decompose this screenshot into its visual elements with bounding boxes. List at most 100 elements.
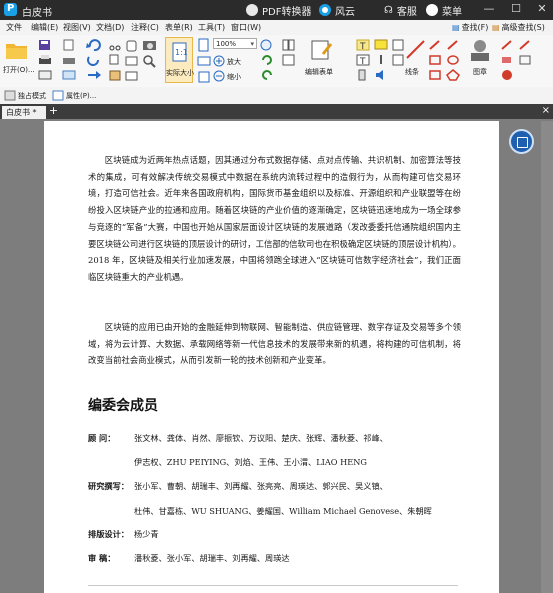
pdf-converter-label: PDF转换器 (262, 6, 312, 18)
open-button-label[interactable]: 打开(O)... (3, 65, 35, 75)
menu-edit[interactable]: 编辑(E) (31, 22, 58, 33)
properties-label[interactable]: 属性(P)... (66, 91, 96, 101)
menu-window[interactable]: 窗口(W) (231, 22, 261, 33)
fengyun-icon (319, 4, 331, 16)
zoom-out-label[interactable]: 缩小 (227, 72, 241, 82)
minimize-button[interactable]: — (482, 2, 496, 16)
maximize-button[interactable]: ☐ (509, 2, 523, 16)
zoom-tool-icon[interactable] (142, 54, 158, 68)
pdf-converter-button[interactable]: PDF转换器 (246, 3, 312, 18)
fit-page-icon[interactable] (197, 38, 211, 52)
camera-icon[interactable] (142, 38, 158, 52)
zoom-in-label[interactable]: 放大 (227, 57, 241, 67)
member-names: 张小军、曹朝、胡瑞丰、刘再耀、张亮亮、周瑛达、郭兴民、吴义镇、 (134, 481, 388, 491)
pencil-icon[interactable] (446, 39, 460, 51)
snapshot-icon[interactable] (124, 70, 140, 82)
close-tab-icon[interactable]: × (542, 105, 550, 116)
search-label: 查找(F) (461, 23, 489, 32)
page-layout-icon[interactable] (282, 39, 296, 51)
search-button[interactable]: ▤ 查找(F) (452, 22, 488, 33)
select-text-icon[interactable] (124, 54, 140, 68)
print-icon[interactable] (38, 54, 52, 66)
edit-form-icon[interactable] (309, 38, 333, 62)
member-row-authors: 研究撰写： 张小军、曹朝、胡瑞丰、刘再耀、张亮亮、周瑛达、郭兴民、吴义镇、 (88, 480, 388, 492)
rotate-icon[interactable] (86, 54, 104, 66)
zoom-value: 100% (216, 40, 237, 48)
arrow-icon[interactable] (428, 39, 442, 51)
title-bar: 白皮书 PDF转换器 风云 ☊ 客服 菜单 — ☐ ✕ (0, 0, 553, 20)
share-icon[interactable] (62, 69, 76, 81)
section-heading: 编委会成员 (88, 398, 158, 414)
attachment-icon[interactable] (374, 54, 388, 66)
fengyun-label: 风云 (335, 6, 355, 18)
grid-view-icon[interactable] (282, 54, 296, 66)
new-tab-plus-icon[interactable]: + (48, 105, 59, 117)
stamp-icon[interactable] (468, 38, 492, 64)
text-tool-icon[interactable]: T (356, 39, 370, 51)
menu-form[interactable]: 表单(R) (165, 22, 193, 33)
menu-bar: 文件 编辑(E) 视图(V) 文档(D) 注释(C) 表单(R) 工具(T) 窗… (0, 20, 553, 36)
rotate-view-icon[interactable] (260, 54, 274, 66)
note-icon[interactable] (374, 39, 388, 51)
reading-mode-float-icon[interactable] (509, 129, 534, 154)
menu-file[interactable]: 文件 (6, 22, 22, 33)
rectangle-icon[interactable] (428, 54, 442, 66)
zoom-plus-icon[interactable] (260, 39, 274, 51)
zoom-select[interactable]: 100% (213, 38, 257, 50)
document-icon[interactable] (62, 39, 76, 51)
member-row-advisors: 顾 问： 张文林、龚体、肖然、廖振钦、万议阳、楚庆、张辉、潘秋菱、祁峰、 (88, 432, 388, 444)
customer-service-label: 客服 (396, 6, 417, 18)
link-icon[interactable] (356, 69, 370, 81)
fit-visible-icon[interactable] (197, 70, 211, 84)
properties-icon[interactable] (52, 90, 64, 101)
document-tab[interactable]: 白皮书 * (2, 106, 46, 119)
highlight-icon[interactable] (392, 39, 404, 51)
paste-icon[interactable] (108, 69, 122, 81)
sound-icon[interactable] (374, 69, 388, 81)
rotate-view-back-icon[interactable] (260, 69, 274, 81)
menu-comment[interactable]: 注释(C) (131, 22, 159, 33)
measure-icon[interactable] (500, 39, 514, 51)
undo-icon[interactable] (86, 39, 104, 51)
menu-document[interactable]: 文档(D) (96, 22, 124, 33)
zoom-out-icon[interactable] (213, 70, 225, 82)
line-tool-icon[interactable] (404, 38, 426, 62)
fit-width-icon[interactable] (197, 54, 211, 68)
hand-tool-icon[interactable] (124, 38, 140, 52)
menu-tools[interactable]: 工具(T) (198, 22, 225, 33)
copy-icon[interactable] (108, 54, 122, 66)
line-tool-label[interactable]: 线条 (405, 67, 419, 77)
typewriter-icon[interactable]: T (356, 54, 370, 66)
solo-mode-icon[interactable] (4, 90, 16, 101)
advanced-search-button[interactable]: ▤ 高级查找(S) (492, 22, 545, 33)
menu-view[interactable]: 视图(V) (63, 22, 91, 33)
eraser-icon[interactable] (500, 54, 514, 66)
actual-size-button[interactable]: 1:1 实际大小 (165, 37, 194, 83)
solo-mode-label[interactable]: 独占模式 (18, 91, 46, 101)
open-folder-icon[interactable] (5, 39, 29, 61)
cut-icon[interactable] (108, 39, 122, 51)
member-names: 杨少青 (134, 529, 159, 539)
zoom-in-icon[interactable] (213, 55, 225, 67)
save-icon[interactable] (38, 39, 52, 51)
customer-service-button[interactable]: ☊ 客服 (384, 3, 417, 18)
email-icon[interactable] (38, 69, 52, 81)
cloud-icon[interactable] (428, 69, 442, 81)
member-label: 研究撰写： (88, 481, 129, 491)
redo-icon[interactable] (86, 69, 104, 81)
member-names: 潘秋菱、张小军、胡瑞丰、刘再耀、周瑛达 (134, 553, 290, 563)
fengyun-button[interactable]: 风云 (319, 3, 355, 18)
area-icon[interactable] (518, 54, 532, 66)
strikethrough-icon[interactable] (392, 54, 404, 66)
close-window-button[interactable]: ✕ (535, 2, 549, 16)
advanced-search-icon: ▤ (492, 23, 500, 32)
vertical-scrollbar[interactable] (541, 121, 553, 593)
stamp-label[interactable]: 图章 (473, 67, 487, 77)
main-menu-button[interactable]: 菜单 (426, 3, 462, 18)
edit-form-label[interactable]: 编辑表单 (305, 67, 333, 77)
pen-icon[interactable] (518, 39, 532, 51)
delete-annotation-icon[interactable] (500, 69, 514, 81)
ellipse-icon[interactable] (446, 54, 460, 66)
scan-icon[interactable] (62, 54, 76, 66)
polygon-icon[interactable] (446, 69, 460, 81)
